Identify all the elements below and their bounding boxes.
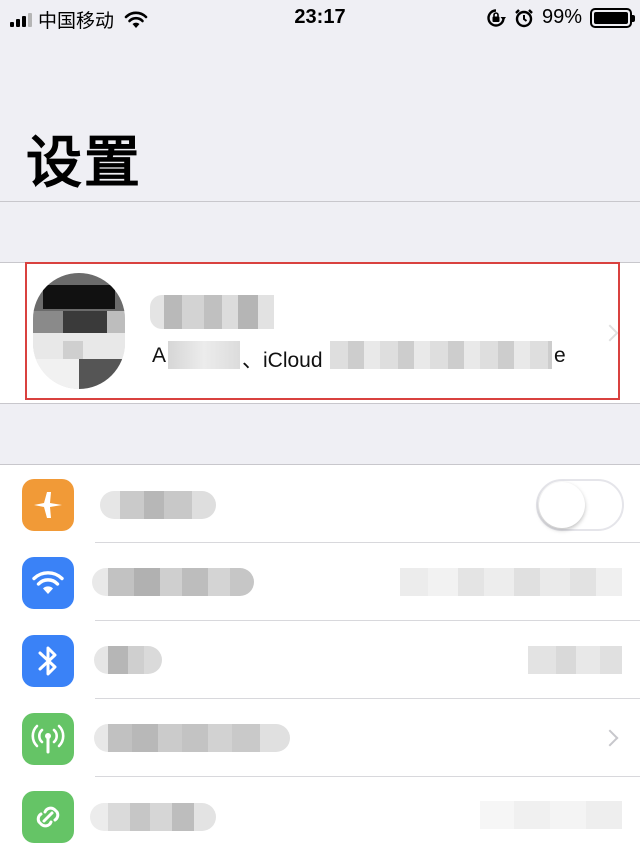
- row-label-blurred: [94, 724, 290, 752]
- wifi-icon: [22, 557, 74, 609]
- settings-group: [0, 464, 640, 847]
- rotation-lock-icon: [487, 8, 506, 27]
- chevron-right-icon: [601, 729, 619, 747]
- row-label-blurred: [92, 568, 254, 596]
- highlight-box: [25, 262, 620, 400]
- toggle-knob: [539, 482, 585, 528]
- row-value-blurred: [480, 801, 622, 829]
- battery-percent: 99%: [541, 6, 582, 28]
- settings-row-personal-hotspot[interactable]: [0, 777, 640, 847]
- row-label-blurred: [100, 491, 216, 519]
- row-label-blurred: [90, 803, 216, 831]
- apple-id-profile-cell[interactable]: A 、iCloud e: [0, 262, 640, 404]
- cellular-icon: [22, 713, 74, 765]
- page-title: 设置: [26, 131, 142, 196]
- airplane-icon: [22, 479, 74, 531]
- row-value-blurred: [528, 646, 622, 674]
- airplane-mode-toggle[interactable]: [536, 479, 624, 531]
- bluetooth-icon: [22, 635, 74, 687]
- row-value-blurred: [400, 568, 622, 596]
- settings-row-wifi[interactable]: [0, 543, 640, 621]
- status-right: 99%: [486, 6, 635, 29]
- title-divider: [0, 201, 640, 202]
- hotspot-icon: [22, 791, 74, 843]
- alarm-icon: [515, 8, 533, 27]
- settings-row-airplane-mode[interactable]: [0, 465, 640, 543]
- settings-row-cellular[interactable]: [0, 699, 640, 777]
- settings-row-bluetooth[interactable]: [0, 621, 640, 699]
- row-label-blurred: [94, 646, 162, 674]
- battery-icon: [590, 7, 635, 28]
- status-bar: 中国移动 23:17 99%: [0, 0, 640, 40]
